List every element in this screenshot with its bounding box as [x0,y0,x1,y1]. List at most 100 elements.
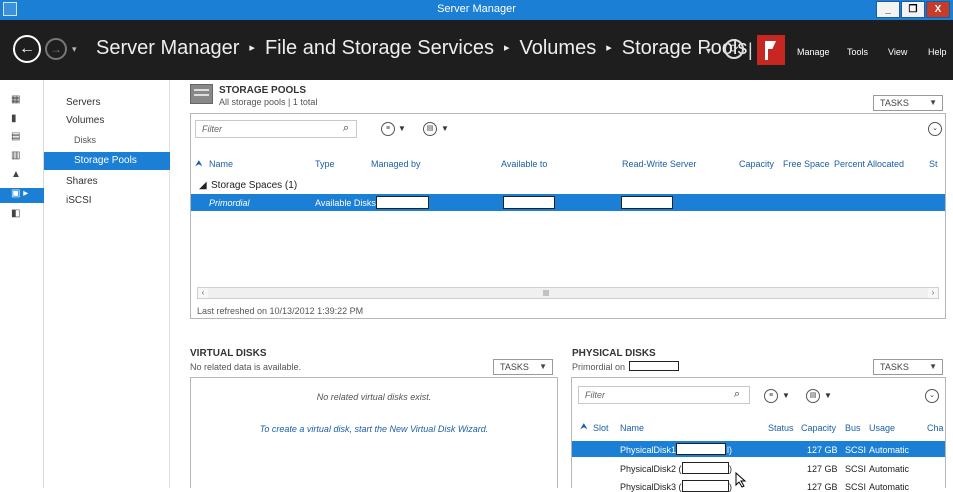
mouse-cursor-icon [735,472,747,488]
pools-hscrollbar[interactable]: ‹ › [197,287,939,299]
chevron-down-icon: ▼ [539,362,547,371]
new-vdisk-wizard-link[interactable]: To create a virtual disk, start the New … [191,424,557,434]
col-name[interactable]: Name [620,423,644,433]
col-bus[interactable]: Bus [845,423,861,433]
expand-icon[interactable]: ⌄ [925,389,939,403]
storage-icon[interactable]: ▲ [11,169,23,181]
nav-divider: | [748,40,753,60]
col-capacity[interactable]: Capacity [801,423,836,433]
dashboard-icon[interactable]: ▦ [11,94,23,106]
disk-bus-cell: SCSI [845,445,867,455]
col-slot[interactable]: Slot [593,423,609,433]
disk-bus-cell: SCSI [845,464,867,474]
volumes-icon[interactable]: ▣ ▸ [0,188,44,203]
history-dropdown[interactable]: ▾ [72,44,77,55]
menu-manage[interactable]: Manage [797,47,830,57]
pdisks-tasks-label: TASKS [880,362,909,372]
search-icon[interactable]: ⌕ [343,122,349,135]
sidebar-item-storage-pools[interactable]: Storage Pools [44,152,170,170]
col-percent-allocated[interactable]: Percent Allocated [834,159,904,169]
disk-name-cell: PhysicalDisk1 [620,445,677,455]
vdisks-tasks-button[interactable]: TASKS ▼ [493,359,553,375]
col-capacity[interactable]: Capacity [739,159,774,169]
sort-icon: ⮝ [580,421,588,431]
redacted-disk-id [682,462,729,474]
sidebar-item-shares[interactable]: Shares [66,176,98,187]
crumb-sep-icon: ▸ [503,42,510,54]
sidebar-item-disks[interactable]: Disks [74,135,96,145]
refresh-dropdown-icon[interactable]: ▾ [706,46,711,57]
disk-name-cell: PhysicalDisk2 ( [620,464,682,474]
forward-icon[interactable]: → [45,38,67,60]
close-button[interactable]: X [926,1,950,18]
group-collapse-icon[interactable]: ◢ [199,180,207,191]
group-toggle-icon[interactable]: ≡ [381,122,395,136]
col-free-space[interactable]: Free Space [783,159,830,169]
chevron-down-icon[interactable]: ▼ [824,391,832,400]
col-status[interactable]: St [929,159,938,169]
nav-bar: ← → ▾ Server Manager ▸ File and Storage Se… [0,20,953,80]
local-server-icon[interactable]: ▮ [11,113,23,125]
window-titlebar: Server Manager _ ❐ X [0,0,953,20]
crumb-file-storage[interactable]: File and Storage Services [265,37,494,59]
pdisks-panel: Filter ⌕ ≡ ▼ ▤ ▼ ⌄ ⮝ Slot Name Status Ca… [571,377,946,492]
group-storage-spaces[interactable]: Storage Spaces (1) [211,180,297,191]
disk-name-suffix: ) [729,464,732,474]
col-status[interactable]: Status [768,423,794,433]
pdisks-subtitle: Primordial on [572,362,626,372]
crumb-volumes[interactable]: Volumes [519,37,596,59]
col-usage[interactable]: Usage [869,423,895,433]
breadcrumb: Server Manager ▸ File and Storage Services… [96,37,747,60]
disk-capacity-cell: 127 GB [807,482,838,492]
col-available-to[interactable]: Available to [501,159,547,169]
crumb-sep-icon: ▸ [606,42,612,54]
col-type[interactable]: Type [315,159,335,169]
sidebar-item-volumes[interactable]: Volumes [66,115,104,126]
disk-capacity-cell: 127 GB [807,464,838,474]
notifications-flag-icon[interactable] [757,35,785,65]
expand-icon[interactable]: ⌄ [928,122,942,136]
col-read-write-server[interactable]: Read-Write Server [622,159,696,169]
pdisks-tasks-button[interactable]: TASKS ▼ [873,359,943,375]
sidebar-item-iscsi[interactable]: iSCSI [66,195,92,206]
pools-tasks-button[interactable]: TASKS ▼ [873,95,943,111]
sort-icon: ⮝ [195,158,203,168]
scroll-thumb[interactable] [543,290,549,296]
col-managed-by[interactable]: Managed by [371,159,421,169]
file-services-icon[interactable]: ▥ [11,150,23,162]
scroll-right-icon[interactable]: › [928,288,938,298]
pool-name-cell: Primordial [209,198,250,208]
refresh-icon[interactable]: ⟳ [724,39,744,59]
all-servers-icon[interactable]: ▤ [11,131,23,143]
redacted-disk-id [682,480,729,492]
col-chassis[interactable]: Cha [927,423,944,433]
disk-capacity-cell: 127 GB [807,445,838,455]
pools-filter-input[interactable]: Filter [195,120,357,138]
chevron-down-icon[interactable]: ▼ [782,391,790,400]
disk-name-suffix: ) [729,482,732,492]
sidebar-icon-rail: ▦ ▮ ▤ ▥ ▲ ▣ ▸ ◧ [0,80,44,488]
crumb-server-manager[interactable]: Server Manager [96,37,239,59]
pool-type-cell: Available Disks [315,198,376,208]
pdisks-filter-input[interactable]: Filter [578,386,750,404]
table-row[interactable] [191,194,945,211]
chevron-down-icon: ▼ [929,98,937,107]
criteria-toggle-icon[interactable]: ▤ [806,389,820,403]
col-name[interactable]: Name [209,159,233,169]
menu-help[interactable]: Help [928,47,947,57]
scroll-left-icon[interactable]: ‹ [198,288,208,298]
menu-tools[interactable]: Tools [847,47,868,57]
chevron-down-icon[interactable]: ▼ [441,124,449,133]
chevron-down-icon[interactable]: ▼ [398,124,406,133]
sidebar-item-servers[interactable]: Servers [66,97,100,108]
back-icon[interactable]: ← [13,35,41,63]
iscsi-icon[interactable]: ◧ [11,208,23,220]
criteria-toggle-icon[interactable]: ▤ [423,122,437,136]
restore-button[interactable]: ❐ [901,1,925,18]
menu-view[interactable]: View [888,47,907,57]
storage-pool-icon [190,84,213,104]
search-icon[interactable]: ⌕ [734,388,740,401]
pools-last-refreshed: Last refreshed on 10/13/2012 1:39:22 PM [197,306,364,316]
minimize-button[interactable]: _ [876,1,900,18]
group-toggle-icon[interactable]: ≡ [764,389,778,403]
